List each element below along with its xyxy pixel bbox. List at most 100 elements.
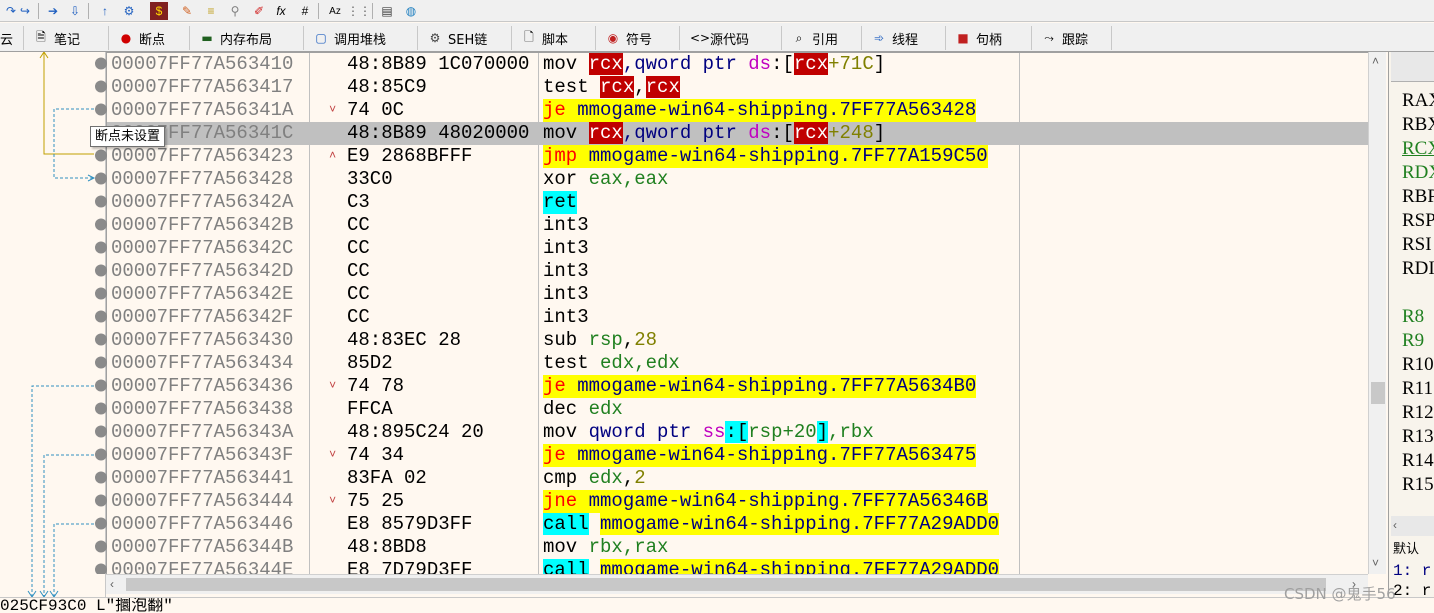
hash-icon[interactable]: # [296,2,314,20]
disasm-row[interactable]: 00007FF77A56342B CC int3 [107,214,1368,237]
tab-trace[interactable]: ⤳ 跟踪 [1032,26,1112,50]
tab-seh-chain[interactable]: ⚙ SEH链 [418,26,512,50]
disasm-row[interactable]: 00007FF77A563423 ˄ E9 2868BFFF jmp mmoga… [107,145,1368,168]
tab-memory-map[interactable]: ▬ 内存布局 [190,26,304,50]
memory-map-icon: ▬ [201,31,213,45]
disasm-row[interactable]: 00007FF77A563410 48:8B89 1C070000 mov rc… [107,53,1368,76]
tab-threads[interactable]: ➾ 线程 [862,26,946,50]
tab-notes[interactable]: 🗎 笔记 [24,26,109,50]
disasm-row[interactable]: 00007FF77A563434 85D2 test edx,edx [107,352,1368,375]
calculator-icon[interactable]: ▤ [378,2,396,20]
disasm-row[interactable]: 00007FF77A563428 33C0 xor eax,eax [107,168,1368,191]
disasm-row[interactable]: 00007FF77A56344B 48:8BD8 mov rbx,rax [107,536,1368,559]
tab-references[interactable]: ⌕ 引用 [782,26,862,50]
address: 00007FF77A56343A [111,421,294,443]
tab-symbols[interactable]: ◉ 符号 [596,26,680,50]
register-rbx[interactable]: RBX [1402,114,1434,136]
disasm-row[interactable]: 00007FF77A563438 FFCA dec edx [107,398,1368,421]
register-r10[interactable]: R10 [1402,354,1434,376]
disasm-row[interactable]: 00007FF77A56342E CC int3 [107,283,1368,306]
tab-label: 引用 [812,32,839,48]
disasm-row[interactable]: 00007FF77A563444 ˅ 75 25 jne mmogame-win… [107,490,1368,513]
toolbar-separator [372,3,373,19]
scroll-left-icon[interactable]: ‹ [1393,518,1397,532]
animate-icon[interactable]: ⚙ [120,2,138,20]
function-icon[interactable]: fx [272,2,290,20]
run-to-user-icon[interactable]: ➔ [44,2,62,20]
disasm-row[interactable]: 00007FF77A56341A ˅ 74 0C je mmogame-win6… [107,99,1368,122]
script-icon[interactable]: $ [150,2,168,20]
register-r11[interactable]: R11 [1402,378,1434,400]
labels-icon[interactable]: ⚲ [226,2,244,20]
scrollbar-thumb[interactable] [1371,382,1385,404]
disasm-row[interactable]: 00007FF77A563417 48:85C9 test rcx,rcx [107,76,1368,99]
address: 00007FF77A56342B [111,214,294,236]
disasm-row[interactable]: 00007FF77A563436 ˅ 74 78 je mmogame-win6… [107,375,1368,398]
disasm-row[interactable]: 00007FF77A563430 48:83EC 28 sub rsp,28 [107,329,1368,352]
address: 00007FF77A56344E [111,559,294,574]
instruction: int3 [543,237,589,259]
tab-truncated[interactable]: 云 [0,26,24,50]
call-stack-icon: ▢ [315,31,327,45]
scroll-left-icon[interactable]: ‹ [110,577,114,591]
register-pane[interactable]: RAX RBX RCX RDX RBP RSP RSI RDI R8 R9 R1… [1388,52,1434,600]
globe-icon[interactable]: ◍ [402,2,420,20]
tab-call-stack[interactable]: ▢ 调用堆栈 [304,26,418,50]
register-rsi[interactable]: RSI [1402,234,1434,256]
disasm-row[interactable]: 00007FF77A56342C CC int3 [107,237,1368,260]
register-r8[interactable]: R8 [1402,306,1434,328]
scroll-down-icon[interactable]: ˅ [1372,556,1379,570]
disasm-row[interactable]: 00007FF77A56343A 48:895C24 20 mov qword … [107,421,1368,444]
font-size-icon[interactable]: Aᴢ [326,2,344,20]
scrollbar-thumb[interactable] [126,578,1326,591]
register-rcx[interactable]: RCX [1402,138,1434,160]
comments-icon[interactable]: ≡ [202,2,220,20]
disasm-row[interactable]: 00007FF77A56344E E8 7D79D3FF call mmogam… [107,559,1368,574]
register-scrollbar[interactable]: ‹ [1391,516,1434,536]
register-r13[interactable]: R13 [1402,426,1434,448]
disasm-row[interactable]: 00007FF77A56342F CC int3 [107,306,1368,329]
step-out-icon[interactable]: ↑ [96,2,114,20]
tab-source[interactable]: <> 源代码 [680,26,782,50]
bytes: 48:8B89 1C070000 [347,53,530,75]
jump-down-icon: ˅ [329,379,337,393]
register-rax[interactable]: RAX [1402,90,1434,112]
register-rdx[interactable]: RDX [1402,162,1434,184]
tab-script[interactable]: 🗋 脚本 [512,26,596,50]
instruction: mov rcx,qword ptr ds:[rcx+248] [543,122,886,144]
register-r14[interactable]: R14 [1402,450,1434,472]
instruction: dec edx [543,398,623,420]
horizontal-scrollbar[interactable]: ‹ › [106,574,1368,594]
register-rbp[interactable]: RBP [1402,186,1434,208]
tab-label: 调用堆栈 [334,32,387,48]
disasm-row[interactable]: 00007FF77A563446 E8 8579D3FF call mmogam… [107,513,1368,536]
tab-label: 线程 [892,32,919,48]
bytes: 48:83EC 28 [347,329,462,351]
disassembly-view[interactable]: 00007FF77A563410 48:8B89 1C070000 mov rc… [106,52,1368,574]
bytes: CC [347,283,370,305]
register-r9[interactable]: R9 [1402,330,1434,352]
register-rsp[interactable]: RSP [1402,210,1434,232]
disasm-row-selected[interactable]: 00007FF77A56341C 48:8B89 48020000 mov rc… [107,122,1368,145]
disasm-row[interactable]: 00007FF77A56342D CC int3 [107,260,1368,283]
disasm-row[interactable]: 00007FF77A56343F ˅ 74 34 je mmogame-win6… [107,444,1368,467]
notes-icon: 🗎 [36,29,46,44]
bookmark-icon[interactable]: ✐ [250,2,268,20]
bytes: CC [347,214,370,236]
jump-down-icon: ˅ [329,494,337,508]
tab-label: 句柄 [976,32,1003,48]
register-rdi[interactable]: RDI [1402,258,1434,280]
step-over-icon[interactable]: ↪ [16,2,34,20]
scroll-up-icon[interactable]: ˄ [1372,54,1379,68]
instruction: int3 [543,283,589,305]
patch-icon[interactable]: ✎ [178,2,196,20]
register-r15[interactable]: R15 [1402,474,1434,496]
execute-till-return-icon[interactable]: ⇩ [66,2,84,20]
tab-breakpoints[interactable]: ● 断点 [109,26,190,50]
grid-icon[interactable]: ⋮⋮ [347,2,371,20]
register-r12[interactable]: R12 [1402,402,1434,424]
vertical-scrollbar[interactable]: ˄ ˅ [1368,52,1386,574]
disasm-row[interactable]: 00007FF77A56342A C3 ret [107,191,1368,214]
disasm-row[interactable]: 00007FF77A563441 83FA 02 cmp edx,2 [107,467,1368,490]
tab-handles[interactable]: ■ 句柄 [946,26,1032,50]
